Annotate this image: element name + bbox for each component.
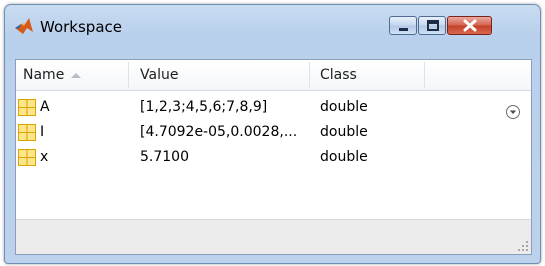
variable-value: [1,2,3;4,5,6;7,8,9] bbox=[140, 99, 268, 115]
window-title: Workspace bbox=[40, 18, 122, 36]
variable-matrix-icon bbox=[18, 124, 36, 141]
variable-name: x bbox=[40, 149, 49, 165]
column-divider[interactable] bbox=[128, 62, 129, 88]
variable-value: [4.7092e-05,0.0028,... bbox=[140, 124, 298, 140]
title-bar[interactable]: Workspace bbox=[5, 5, 540, 45]
table-row[interactable]: A [1,2,3;4,5,6;7,8,9] double bbox=[16, 97, 531, 118]
close-icon bbox=[463, 19, 477, 32]
panel-options-icon[interactable] bbox=[505, 104, 521, 120]
minimize-button[interactable] bbox=[389, 16, 417, 35]
column-header-name[interactable]: Name bbox=[23, 60, 82, 90]
column-header-class[interactable]: Class bbox=[320, 60, 357, 90]
variables-panel: Name Value Class A [1,2,3;4,5,6;7,8,9] d… bbox=[15, 59, 532, 255]
variable-class: double bbox=[320, 149, 368, 165]
column-header-value[interactable]: Value bbox=[140, 60, 178, 90]
column-divider[interactable] bbox=[424, 62, 425, 88]
maximize-button[interactable] bbox=[418, 16, 446, 35]
variable-matrix-icon bbox=[18, 149, 36, 166]
close-button[interactable] bbox=[447, 16, 492, 35]
sort-ascending-icon bbox=[71, 73, 82, 78]
resize-grip-icon[interactable] bbox=[517, 240, 529, 252]
variable-value: 5.7100 bbox=[140, 149, 189, 165]
table-row[interactable]: I [4.7092e-05,0.0028,... double bbox=[16, 122, 531, 143]
table-row[interactable]: x 5.7100 double bbox=[16, 147, 531, 168]
variable-class: double bbox=[320, 99, 368, 115]
maximize-icon bbox=[427, 20, 439, 31]
column-divider[interactable] bbox=[309, 62, 310, 88]
variable-matrix-icon bbox=[18, 99, 36, 116]
variable-class: double bbox=[320, 124, 368, 140]
table-header: Name Value Class bbox=[16, 60, 531, 91]
variable-name: A bbox=[40, 99, 50, 115]
status-bar bbox=[16, 219, 531, 254]
matlab-logo-icon bbox=[15, 18, 33, 34]
variable-name: I bbox=[40, 124, 45, 140]
workspace-window: Workspace Name Value Class A [1,2,3;4,5,… bbox=[4, 4, 541, 264]
minimize-icon bbox=[399, 28, 408, 31]
